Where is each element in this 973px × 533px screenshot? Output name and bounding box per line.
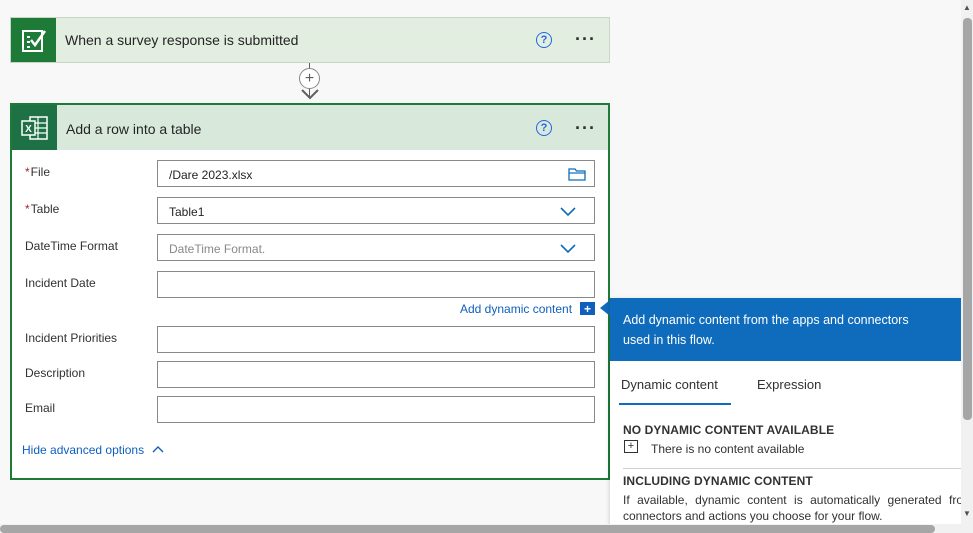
required-marker: * (25, 202, 30, 216)
description-field[interactable] (157, 361, 595, 388)
table-value: Table1 (169, 205, 205, 219)
incident-date-label: Incident Date (25, 276, 96, 290)
vertical-scroll-thumb[interactable] (963, 18, 972, 420)
file-value: /Dare 2023.xlsx (169, 168, 253, 182)
tab-dynamic-content[interactable]: Dynamic content (621, 377, 718, 392)
no-content-text: There is no content available (651, 442, 805, 456)
scroll-down-arrow-icon[interactable]: ▼ (963, 509, 971, 518)
including-dynamic-content-text: If available, dynamic content is automat… (623, 493, 973, 523)
add-dynamic-content-icon[interactable]: + (580, 302, 595, 315)
scroll-up-arrow-icon[interactable]: ▲ (963, 3, 971, 12)
file-label-text: File (30, 165, 51, 179)
datetime-format-dropdown[interactable]: DateTime Format. (157, 234, 595, 261)
incident-priorities-label: Incident Priorities (25, 331, 118, 345)
chevron-down-icon (560, 244, 576, 253)
trigger-title: When a survey response is submitted (65, 32, 299, 48)
flow-designer-canvas: When a survey response is submitted ? ··… (0, 0, 973, 533)
insert-step-button[interactable]: + (299, 68, 320, 89)
no-dynamic-content-title: NO DYNAMIC CONTENT AVAILABLE (623, 423, 835, 437)
flyout-header: Add dynamic content from the apps and co… (610, 298, 973, 361)
dynamic-content-flyout: Add dynamic content from the apps and co… (610, 298, 973, 533)
svg-text:X: X (25, 124, 32, 135)
incident-priorities-field[interactable] (157, 326, 595, 353)
chevron-down-icon (560, 207, 576, 216)
add-dynamic-content-link[interactable]: Add dynamic content (460, 302, 572, 316)
file-field[interactable]: /Dare 2023.xlsx (157, 160, 595, 187)
flyout-header-text: Add dynamic content from the apps and co… (623, 313, 909, 347)
help-icon[interactable]: ? (536, 32, 552, 48)
email-field[interactable] (157, 396, 595, 423)
help-icon[interactable]: ? (536, 120, 552, 136)
divider (623, 468, 973, 469)
table-label-text: Table (30, 202, 60, 216)
including-dynamic-content-title: INCLUDING DYNAMIC CONTENT (623, 474, 813, 488)
excel-icon: X (12, 105, 57, 150)
datetime-format-placeholder: DateTime Format. (169, 242, 266, 256)
hide-advanced-options-link[interactable]: Hide advanced options (22, 443, 144, 457)
table-label: *Table (25, 202, 59, 216)
email-label: Email (25, 401, 56, 415)
datetime-format-label: DateTime Format (25, 239, 118, 253)
more-options-icon[interactable]: ··· (575, 119, 596, 137)
add-box-icon: + (624, 440, 638, 453)
description-label: Description (25, 366, 86, 380)
survey-check-icon (11, 18, 56, 62)
incident-date-field[interactable] (157, 271, 595, 298)
flyout-pointer (600, 300, 610, 316)
arrow-down-icon (301, 89, 319, 100)
trigger-card[interactable]: When a survey response is submitted ? ··… (10, 17, 610, 63)
tab-expression[interactable]: Expression (757, 377, 821, 392)
action-header[interactable]: X Add a row into a table ? ··· (12, 105, 608, 150)
action-title: Add a row into a table (66, 121, 202, 137)
chevron-up-icon[interactable] (152, 445, 164, 453)
file-label: *File (25, 165, 50, 179)
horizontal-scroll-thumb[interactable] (0, 525, 935, 533)
active-tab-indicator (619, 403, 731, 405)
folder-icon[interactable] (568, 167, 586, 181)
table-dropdown[interactable]: Table1 (157, 197, 595, 224)
more-options-icon[interactable]: ··· (575, 30, 596, 48)
action-card: X Add a row into a table ? ··· *File /Da… (10, 103, 610, 480)
required-marker: * (25, 165, 30, 179)
